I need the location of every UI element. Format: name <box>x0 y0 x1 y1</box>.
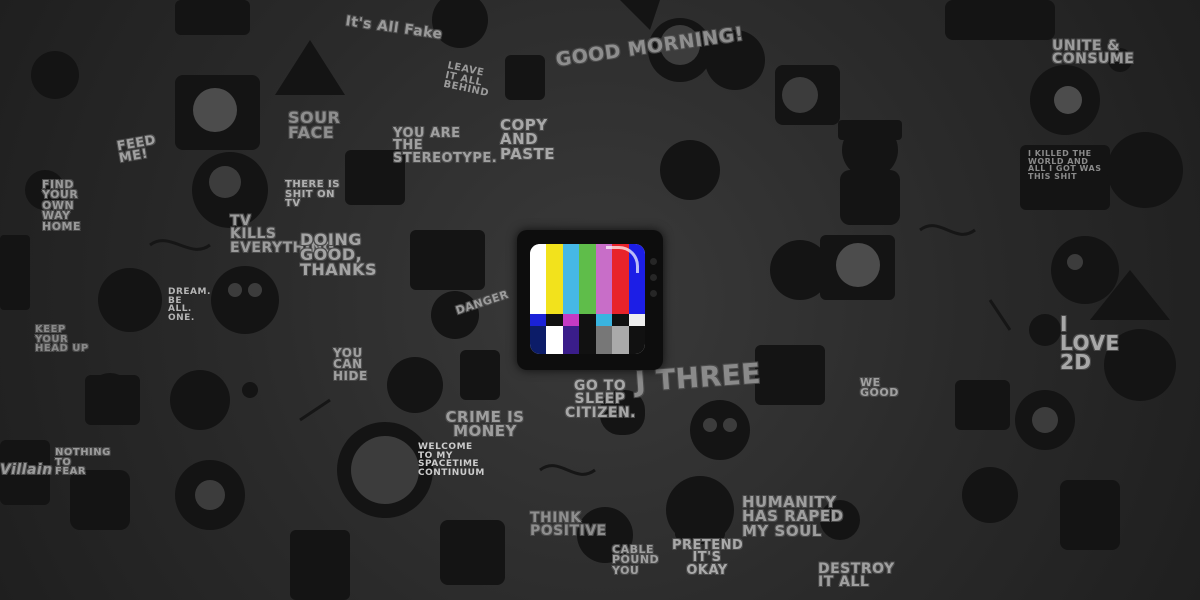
tv-mid-band <box>546 314 564 326</box>
tv-screen <box>530 244 645 354</box>
tv-bottom-band <box>546 326 564 354</box>
tv-mid-band <box>530 314 547 326</box>
sticker-go-to-sleep: GO TO SLEEP CITIZEN. <box>565 378 636 421</box>
sticker-crime-money: CRIME IS MONEY <box>445 408 525 441</box>
sticker-nothing-fear: NOTHING TO FEAR <box>55 447 111 477</box>
sticker-cable: CABLE POUND YOU <box>612 543 660 577</box>
tv-color-bar <box>546 244 564 314</box>
tv-knob-icon <box>650 290 657 297</box>
tv-bottom-band <box>628 326 645 354</box>
sticker-we-good: WE GOOD <box>860 376 899 400</box>
tv-color-bar <box>579 244 597 314</box>
tv-color-bar <box>530 244 547 314</box>
tv-mid-band <box>562 314 580 326</box>
sticker-love-2d: I LOVE 2D <box>1060 312 1120 374</box>
tv-mid-band <box>628 314 645 326</box>
tv-mid-band <box>612 314 630 326</box>
sticker-keep-head-up: KEEP YOUR HEAD UP <box>35 324 89 354</box>
sticker-doing-good: DOING GOOD, THANKS <box>300 230 377 280</box>
sticker-spacetime: WELCOME TO MY SPACETIME CONTINUUM <box>418 442 485 478</box>
sticker-think-positive: THINK POSITIVE <box>530 510 607 540</box>
tv-bottom-band <box>562 326 580 354</box>
sticker-pretend-ok: PRETEND IT'S OKAY <box>672 538 744 578</box>
sticker-stereotype: YOU ARE THE STEREOTYPE. <box>393 126 498 166</box>
tv-icon <box>517 230 663 370</box>
tv-knob-icon <box>650 274 657 281</box>
tv-mid-band <box>595 314 613 326</box>
sticker-destroy: DESTROY IT ALL <box>818 561 895 591</box>
tv-bottom-band <box>612 326 630 354</box>
sticker-dream: DREAM. BE ALL. ONE. <box>168 287 211 323</box>
sticker-humanity: HUMANITY HAS RAPED MY SOUL <box>742 493 844 540</box>
sticker-tv-kills: TV KILLS EVERYTHING <box>230 213 335 256</box>
tv-knob-icon <box>650 258 657 265</box>
sticker-villain: Villain <box>0 462 53 478</box>
tv-bottom-band <box>530 326 547 354</box>
tv-color-bar <box>562 244 580 314</box>
sticker-you-can-hide: YOU CAN HIDE <box>333 346 368 383</box>
right-doodles <box>577 48 1183 563</box>
sticker-copy-paste: COPY AND PASTE <box>500 116 556 163</box>
sticker-shit-on-tv: THERE IS SHIT ON TV <box>285 179 340 209</box>
doodle-wallpaper: GOOD MORNING! UNITE & CONSUME YOU ARE TH… <box>0 0 1200 600</box>
sticker-unite-consume: UNITE & CONSUME <box>1052 38 1135 68</box>
tv-bottom-band <box>595 326 613 354</box>
tv-bottom-band <box>579 326 597 354</box>
sticker-sour-face: SOUR FACE <box>288 108 341 143</box>
sticker-find-way-home: FIND YOUR OWN WAY HOME <box>42 178 82 233</box>
tv-mid-band <box>579 314 597 326</box>
sticker-killed-world: I KILLED THE WORLD AND ALL I GOT WAS THI… <box>1028 149 1102 181</box>
